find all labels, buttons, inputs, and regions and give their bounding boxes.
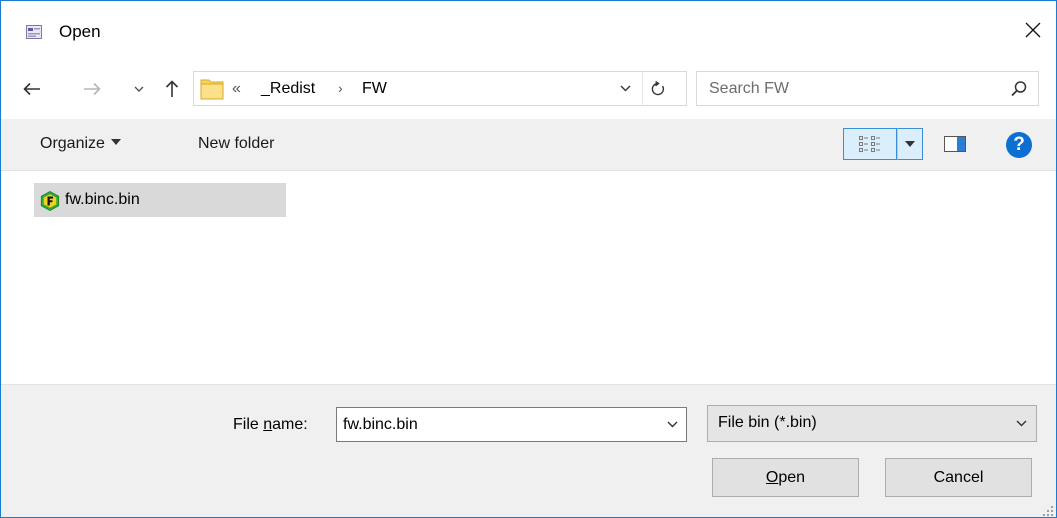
back-button[interactable]	[17, 75, 47, 103]
close-button[interactable]	[1010, 1, 1056, 59]
refresh-button[interactable]	[642, 72, 672, 105]
breadcrumb-overflow[interactable]: «	[232, 80, 241, 98]
view-options	[843, 128, 923, 160]
file-item-fw-binc-bin[interactable]: fw.binc.bin	[34, 183, 286, 217]
hex-f-file-icon	[40, 191, 60, 211]
file-name-dropdown-button[interactable]	[658, 408, 686, 441]
file-list[interactable]: fw.binc.bin	[1, 172, 1056, 384]
file-name-label-accesskey: n	[263, 416, 273, 433]
file-type-select[interactable]: File bin (*.bin)	[707, 405, 1037, 442]
chevron-down-icon	[1016, 420, 1026, 427]
preview-pane-icon	[944, 136, 966, 152]
file-name: fw.binc.bin	[65, 191, 140, 208]
help-button[interactable]: ?	[1006, 132, 1032, 158]
search-input[interactable]	[697, 72, 997, 105]
refresh-icon	[651, 80, 664, 95]
arrow-up-icon	[165, 80, 179, 97]
file-name-label: File name:	[233, 416, 308, 434]
open-label-rest: pen	[778, 468, 806, 486]
search-box[interactable]	[696, 71, 1039, 106]
recent-locations-button[interactable]	[129, 75, 149, 103]
title-bar: Open	[1, 1, 1056, 63]
arrow-right-icon	[84, 82, 101, 96]
resize-grip-icon[interactable]	[1042, 505, 1054, 517]
breadcrumb-separator[interactable]: ›	[338, 80, 343, 96]
organize-label: Organize	[40, 135, 105, 152]
change-view-button[interactable]	[843, 128, 897, 160]
app-icon	[26, 25, 42, 39]
address-dropdown-button[interactable]	[612, 72, 638, 105]
caret-down-icon	[905, 141, 915, 147]
file-type-dropdown-button[interactable]	[1006, 406, 1036, 441]
file-type-value: File bin (*.bin)	[718, 414, 817, 431]
breadcrumb-redist[interactable]: _Redist	[261, 80, 315, 98]
forward-button[interactable]	[77, 75, 107, 103]
file-name-label-prefix: File	[233, 416, 264, 433]
file-name-combobox[interactable]	[336, 407, 687, 442]
organize-button[interactable]: Organize	[40, 135, 121, 153]
close-icon	[1025, 22, 1041, 38]
open-label: Open	[766, 469, 805, 487]
new-folder-button[interactable]: New folder	[198, 135, 274, 153]
file-name-label-suffix: ame:	[272, 416, 308, 433]
address-bar[interactable]: « _Redist › FW	[193, 71, 687, 106]
folder-icon	[200, 79, 224, 100]
details-view-icon	[859, 136, 880, 152]
arrow-left-icon	[23, 82, 40, 96]
bottom-panel: File name: File bin (*.bin) Open Cancel	[1, 384, 1056, 517]
open-file-dialog: Open « _Redist › FW Search FW Organize N…	[0, 0, 1057, 518]
preview-pane-button[interactable]	[941, 133, 969, 155]
breadcrumb-fw[interactable]: FW	[362, 80, 387, 98]
search-icon[interactable]	[1010, 80, 1028, 98]
open-button[interactable]: Open	[712, 458, 859, 497]
cancel-button[interactable]: Cancel	[885, 458, 1032, 497]
open-label-accesskey: O	[765, 468, 779, 486]
file-name-input[interactable]	[337, 408, 657, 441]
more-views-button[interactable]	[897, 128, 923, 160]
chevron-down-icon	[667, 421, 677, 428]
window-title: Open	[59, 22, 101, 41]
navigation-row: « _Redist › FW	[1, 67, 1056, 111]
chevron-down-icon	[620, 85, 630, 92]
command-bar: Organize New folder ?	[1, 119, 1056, 171]
caret-down-icon	[110, 138, 121, 145]
up-button[interactable]	[158, 75, 186, 103]
chevron-down-icon	[134, 86, 144, 92]
